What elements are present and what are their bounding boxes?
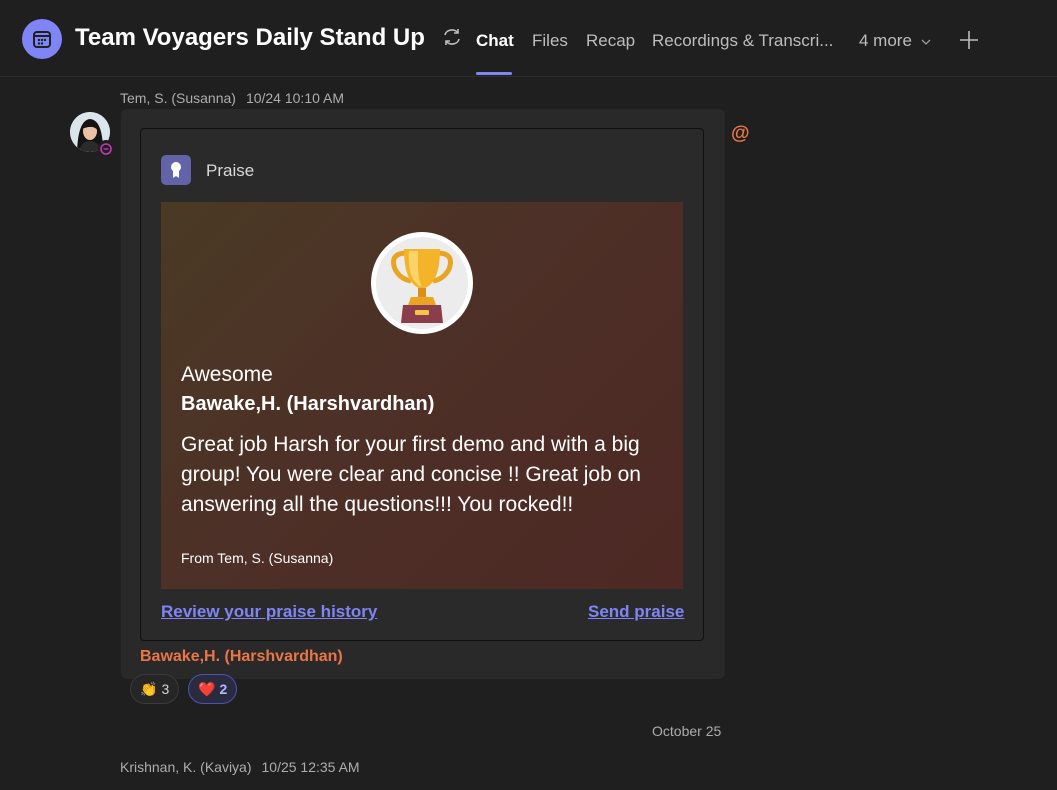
active-tab-indicator: [476, 72, 512, 75]
card-header-label: Praise: [206, 161, 255, 180]
mention-tag[interactable]: Bawake,H. (Harshvardhan): [140, 648, 343, 666]
tab-more-label: 4 more: [859, 31, 912, 50]
praise-recipient: Bawake,H. (Harshvardhan): [181, 393, 435, 415]
praise-from: From Tem, S. (Susanna): [181, 550, 334, 566]
avatar[interactable]: [70, 112, 114, 156]
message-timestamp: 10/25 12:35 AM: [261, 759, 360, 775]
reaction-count: 2: [219, 681, 228, 697]
date-divider: October 25: [652, 723, 722, 739]
add-tab-icon[interactable]: [958, 29, 980, 56]
meeting-title: Team Voyagers Daily Stand Up: [75, 24, 425, 51]
sync-icon[interactable]: [441, 26, 463, 53]
sender-name: Tem, S. (Susanna): [120, 90, 236, 106]
chevron-down-icon: [921, 39, 931, 45]
presence-status-icon: [98, 140, 114, 156]
review-praise-history-link[interactable]: Review your praise history: [161, 602, 377, 622]
sender-name: Krishnan, K. (Kaviya): [120, 759, 252, 775]
heart-emoji-icon: ❤️: [198, 680, 216, 697]
mention-at-icon: @: [731, 123, 750, 144]
trophy-badge: [371, 232, 473, 334]
send-praise-link[interactable]: Send praise: [588, 602, 684, 622]
message-sender-line: Krishnan, K. (Kaviya) 10/25 12:35 AM: [120, 759, 360, 775]
message-timestamp: 10/24 10:10 AM: [245, 90, 345, 106]
praise-badge-icon: [161, 155, 191, 185]
meeting-calendar-icon: [22, 19, 62, 59]
tab-recap[interactable]: Recap: [586, 31, 635, 51]
praise-type: Awesome: [181, 363, 273, 386]
clap-emoji-icon: 👏: [140, 680, 158, 697]
tab-chat[interactable]: Chat: [476, 31, 514, 51]
trophy-icon: [376, 237, 468, 329]
reaction-clap[interactable]: 👏 3: [130, 674, 180, 704]
reaction-count: 3: [161, 681, 170, 697]
praise-message: Great job Harsh for your first demo and …: [181, 433, 641, 516]
tab-more[interactable]: 4 more: [859, 31, 931, 51]
reaction-heart[interactable]: ❤️ 2: [188, 674, 238, 704]
tab-recordings[interactable]: Recordings & Transcri...: [652, 31, 833, 51]
header-bar: Team Voyagers Daily Stand Up Chat Files …: [0, 0, 1057, 77]
message-sender-line: Tem, S. (Susanna) 10/24 10:10 AM: [120, 90, 344, 106]
tab-files[interactable]: Files: [532, 31, 568, 51]
